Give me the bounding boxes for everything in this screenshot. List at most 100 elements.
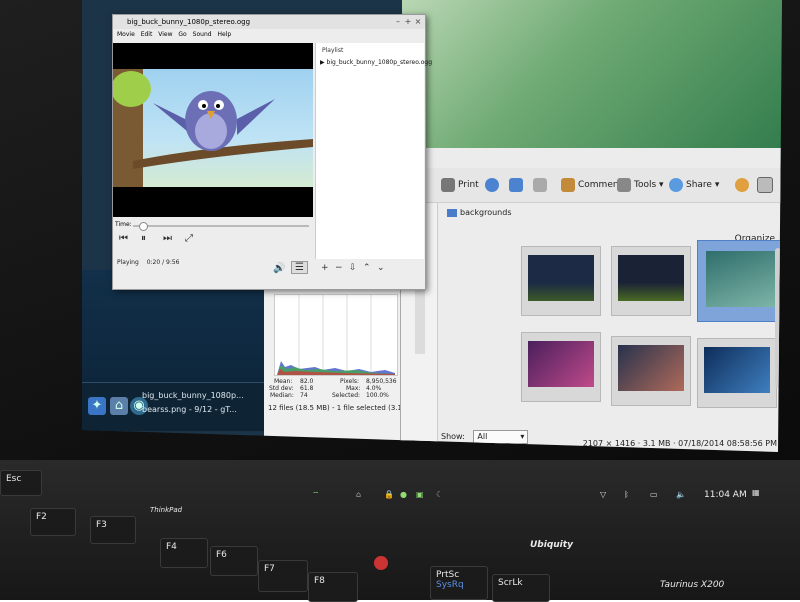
median-value: 74 xyxy=(300,392,308,399)
stddev-value: 61.8 xyxy=(300,385,314,392)
palette-button[interactable] xyxy=(735,176,752,194)
app-menu-icon[interactable]: ✦ xyxy=(88,397,106,415)
slideshow-button[interactable] xyxy=(533,176,550,194)
clock[interactable]: 11:04 AM xyxy=(704,490,747,500)
breadcrumb[interactable]: backgrounds xyxy=(447,208,511,217)
thumbnail-image xyxy=(618,255,684,301)
browser-mode-icon xyxy=(757,176,773,193)
taskbar: ✦ ⌂ ◉ big_buck_bunny_1080p... bearss.png… xyxy=(82,382,282,431)
slideshow-icon xyxy=(533,177,547,192)
taskbar-task-video[interactable]: big_buck_bunny_1080p... xyxy=(142,389,277,403)
key-scrlk[interactable]: ScrLk xyxy=(492,574,550,602)
close-icon[interactable]: × xyxy=(413,15,423,29)
print-button[interactable]: Print xyxy=(441,176,479,194)
photo-manager-toolbar: Print Comment Tools ▾ Share ▾ xyxy=(401,168,782,203)
pixels-label: Pixels: xyxy=(340,378,360,385)
menu-help[interactable]: Help xyxy=(217,31,231,38)
key-f4[interactable]: F4 xyxy=(160,538,208,568)
sleep-led-icon: ☾ xyxy=(436,490,444,499)
pause-icon[interactable]: ⏸ xyxy=(141,233,146,244)
bird-scene xyxy=(113,69,313,187)
laptop-screen: ✦ ⌂ ◉ big_buck_bunny_1080p... bearss.png… xyxy=(82,0,782,452)
key-f2[interactable]: F2 xyxy=(30,508,76,536)
save-icon[interactable]: ⇩ xyxy=(349,263,357,273)
desktop-wallpaper xyxy=(402,0,782,170)
ubiquity-badge: Ubiquity xyxy=(530,540,573,550)
move-up-icon[interactable]: ⌃ xyxy=(363,263,371,273)
add-icon[interactable]: + xyxy=(321,263,329,273)
move-down-icon[interactable]: ⌄ xyxy=(377,263,385,273)
video-area[interactable] xyxy=(113,43,313,217)
fullscreen-icon[interactable]: ⤢ xyxy=(185,233,193,244)
printer-icon xyxy=(441,177,455,192)
share-button[interactable]: Share ▾ xyxy=(669,176,719,194)
seek-bar[interactable] xyxy=(133,225,309,227)
thumbnail-6[interactable] xyxy=(697,338,777,408)
mean-value: 82.0 xyxy=(300,378,314,385)
key-prtsc[interactable]: PrtSc SysRq xyxy=(430,566,488,600)
lock-led-icon: 🔒 xyxy=(384,490,394,499)
sidebar-toggle-icon[interactable]: ☰ xyxy=(291,261,308,274)
thumbnail-grid xyxy=(441,240,782,430)
histogram xyxy=(274,294,398,376)
browser-mode-button[interactable] xyxy=(757,176,776,194)
key-esc[interactable]: Esc xyxy=(0,470,42,496)
taskbar-task-list: big_buck_bunny_1080p... bearss.png - 9/1… xyxy=(142,389,277,425)
comment-button[interactable]: Comment xyxy=(561,176,622,194)
thumbnail-image xyxy=(706,251,780,307)
system-tray: ▽ ᛒ ▭ 🔈 11:04 AM ▦ xyxy=(600,486,776,522)
menu-view[interactable]: View xyxy=(158,31,172,38)
thumbnail-3-selected[interactable] xyxy=(697,240,782,322)
playlist-item[interactable]: ▶ big_buck_bunny_1080p_stereo.ogg xyxy=(320,59,432,66)
thumbnail-2[interactable] xyxy=(611,246,691,316)
taskbar-task-image[interactable]: bearss.png - 9/12 - gT... xyxy=(142,403,277,417)
maximize-icon[interactable]: + xyxy=(403,15,413,29)
power-led-icon: ● xyxy=(400,490,407,499)
zoom-button[interactable] xyxy=(485,176,502,194)
trackpoint[interactable] xyxy=(374,556,388,570)
thumbnail-image xyxy=(704,347,770,393)
home-folder-icon[interactable]: ⌂ xyxy=(110,397,128,415)
menu-movie[interactable]: Movie xyxy=(117,31,135,38)
menu-sound[interactable]: Sound xyxy=(193,31,212,38)
disk-led-icon: ⌂ xyxy=(356,490,362,499)
thumbnail-5[interactable] xyxy=(611,336,691,406)
volume-icon[interactable]: 🔊 xyxy=(273,263,285,274)
menu-edit[interactable]: Edit xyxy=(141,31,153,38)
volume-tray-icon[interactable]: 🔈 xyxy=(676,490,686,499)
median-label: Median: xyxy=(270,392,294,399)
selected-value: 100.0% xyxy=(366,392,389,399)
remove-icon[interactable]: − xyxy=(335,263,343,273)
fullscreen-button[interactable] xyxy=(509,176,526,194)
expand-icon xyxy=(509,177,523,192)
menu-go[interactable]: Go xyxy=(178,31,186,38)
share-icon xyxy=(669,177,683,192)
print-label: Print xyxy=(458,180,479,190)
tools-button[interactable]: Tools ▾ xyxy=(617,176,664,194)
key-f6[interactable]: F6 xyxy=(210,546,258,576)
seek-row: Time: xyxy=(115,221,311,231)
key-f3[interactable]: F3 xyxy=(90,516,136,544)
show-desktop-icon[interactable]: ▦ xyxy=(752,488,760,497)
max-value: 4.0% xyxy=(366,385,382,392)
palette-icon xyxy=(735,177,749,192)
key-f8[interactable]: F8 xyxy=(308,572,358,602)
bluetooth-icon[interactable]: ᛒ xyxy=(624,490,629,499)
status-indicators: ⌔ ⌂ 🔒 ● ▣ ☾ xyxy=(300,490,480,508)
thumbnail-4[interactable] xyxy=(521,332,601,402)
previous-icon[interactable]: ⏮ xyxy=(119,233,128,244)
seek-handle[interactable] xyxy=(138,222,148,231)
battery-icon[interactable]: ▭ xyxy=(650,490,658,499)
network-icon[interactable]: ▽ xyxy=(600,490,606,499)
thumbnail-1[interactable] xyxy=(521,246,601,316)
video-player-window: big_buck_bunny_1080p_stereo.ogg – + × Mo… xyxy=(112,14,432,290)
next-icon[interactable]: ⏭ xyxy=(163,233,172,244)
minimize-icon[interactable]: – xyxy=(393,15,403,29)
folder-icon xyxy=(447,208,457,217)
video-player-titlebar[interactable]: big_buck_bunny_1080p_stereo.ogg – + × xyxy=(113,15,425,29)
model-name: Taurinus X200 xyxy=(660,580,725,590)
magnifier-icon xyxy=(485,177,499,192)
playlist-panel: Playlist ▶ big_buck_bunny_1080p_stereo.o… xyxy=(315,43,432,259)
max-label: Max: xyxy=(346,385,361,392)
key-f7[interactable]: F7 xyxy=(258,560,308,592)
